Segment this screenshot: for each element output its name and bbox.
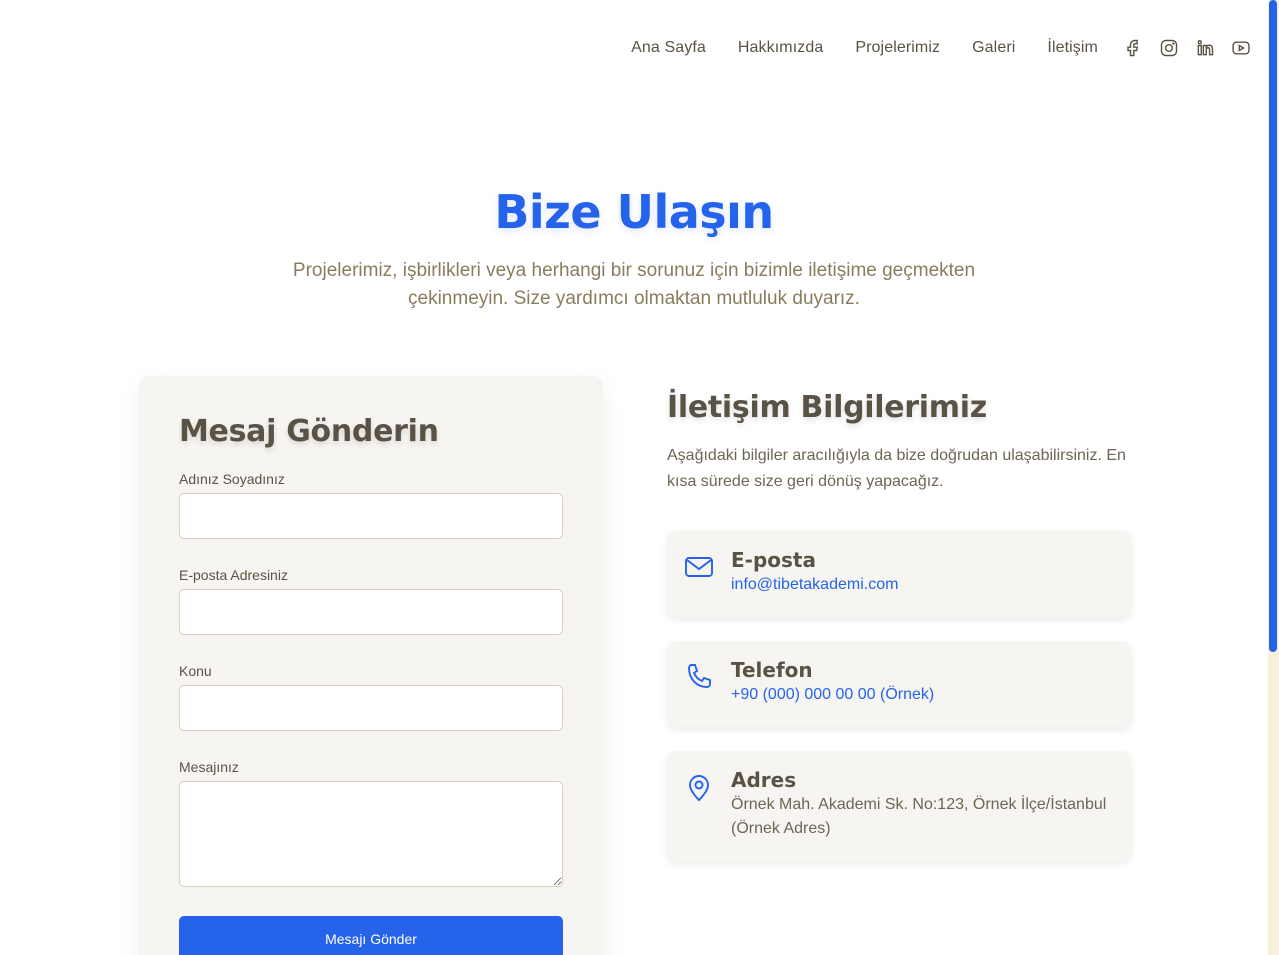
email-card-title: E-posta (731, 548, 816, 572)
email-label: E-posta Adresiniz (179, 567, 288, 583)
contact-info-title: İletişim Bilgilerimiz (667, 390, 987, 425)
nav-link-projelerimiz[interactable]: Projelerimiz (855, 39, 940, 57)
email-card: E-posta info@tibetakademi.com (667, 531, 1131, 617)
hero-section: Bize Ulaşın Projelerimiz, işbirlikleri v… (0, 185, 1268, 313)
address-card-title: Adres (731, 768, 797, 792)
scrollbar-thumb[interactable] (1269, 0, 1277, 652)
message-label: Mesajınız (179, 759, 239, 775)
contact-info-description: Aşağıdaki bilgiler aracılığıyla da bize … (667, 447, 1126, 490)
phone-card-title: Telefon (731, 658, 813, 682)
envelope-icon (683, 551, 715, 583)
instagram-icon[interactable] (1158, 37, 1180, 59)
phone-icon (683, 661, 715, 693)
map-pin-icon (683, 771, 715, 803)
email-link[interactable]: info@tibetakademi.com (731, 576, 898, 593)
subject-label: Konu (179, 663, 212, 679)
contact-info-section: İletişim Bilgilerimiz Aşağıdaki bilgiler… (667, 390, 1131, 861)
phone-link[interactable]: +90 (000) 000 00 00 (Örnek) (731, 686, 934, 703)
contact-info-cards: E-posta info@tibetakademi.com Telefon +9… (667, 531, 1131, 861)
name-field[interactable] (179, 493, 563, 539)
contact-form: Mesaj Gönderin Adınız Soyadınız E-posta … (139, 376, 603, 955)
phone-card: Telefon +90 (000) 000 00 00 (Örnek) (667, 641, 1131, 727)
nav-link-ana-sayfa[interactable]: Ana Sayfa (631, 39, 706, 57)
form-title: Mesaj Gönderin (179, 414, 439, 449)
top-navbar: Ana Sayfa Hakkımızda Projelerimiz Galeri… (0, 0, 1268, 96)
youtube-icon[interactable] (1230, 37, 1252, 59)
nav-link-hakkimizda[interactable]: Hakkımızda (738, 39, 823, 57)
nav-link-galeri[interactable]: Galeri (972, 39, 1015, 57)
name-label: Adınız Soyadınız (179, 471, 285, 487)
nav-links: Ana Sayfa Hakkımızda Projelerimiz Galeri… (631, 39, 1098, 57)
page-subtitle: Projelerimiz, işbirlikleri veya herhangi… (292, 260, 976, 309)
facebook-icon[interactable] (1122, 37, 1144, 59)
social-links (1122, 37, 1252, 59)
address-value: Örnek Mah. Akademi Sk. No:123, Örnek İlç… (731, 796, 1107, 837)
send-message-button[interactable]: Mesajı Gönder (179, 916, 563, 955)
address-card: Adres Örnek Mah. Akademi Sk. No:123, Örn… (667, 751, 1131, 861)
subject-field[interactable] (179, 685, 563, 731)
message-field[interactable] (179, 781, 563, 887)
page-title: Bize Ulaşın (494, 185, 774, 239)
email-field[interactable] (179, 589, 563, 635)
linkedin-icon[interactable] (1194, 37, 1216, 59)
nav-link-iletisim[interactable]: İletişim (1047, 39, 1098, 57)
